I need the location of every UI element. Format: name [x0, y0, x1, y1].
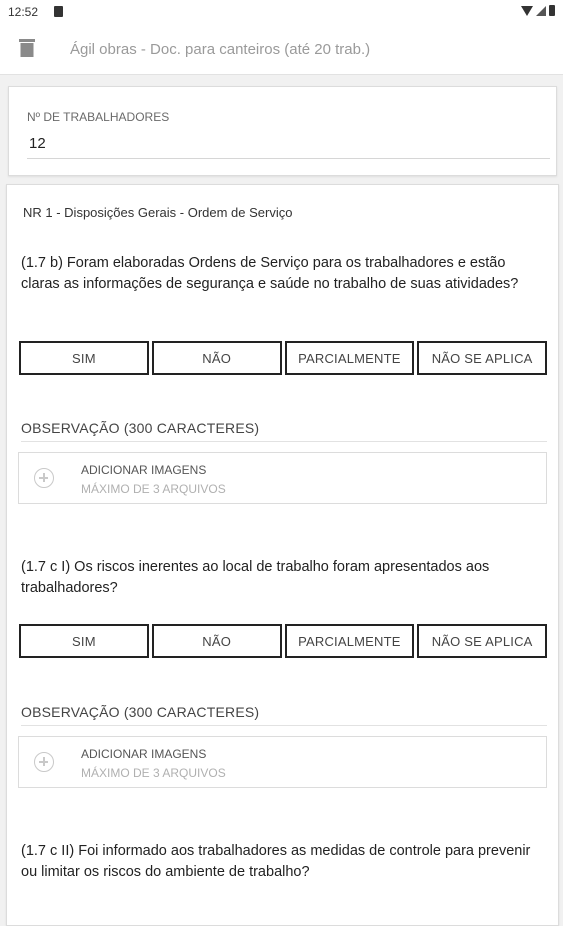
observation-field[interactable]: OBSERVAÇÃO (300 CARACTERES) — [21, 420, 259, 436]
answer-options: SIM NÃO PARCIALMENTE NÃO SE APLICA — [19, 341, 547, 375]
answer-options: SIM NÃO PARCIALMENTE NÃO SE APLICA — [19, 624, 547, 658]
workers-card: Nº DE TRABALHADORES 12 — [8, 86, 557, 176]
signal-icon — [536, 5, 546, 16]
add-circle-icon — [34, 752, 54, 772]
option-nao-button[interactable]: NÃO — [151, 341, 282, 375]
add-images-label: ADICIONAR IMAGENS — [81, 463, 207, 477]
form-card: NR 1 - Disposições Gerais - Ordem de Ser… — [6, 184, 559, 926]
option-sim-button[interactable]: SIM — [19, 341, 149, 375]
app-bar: Ágil obras - Doc. para canteiros (até 20… — [0, 24, 563, 75]
trash-icon[interactable] — [18, 38, 36, 58]
wifi-icon — [521, 5, 533, 16]
add-images-button[interactable]: ADICIONAR IMAGENS MÁXIMO DE 3 ARQUIVOS — [18, 736, 547, 788]
option-parcialmente-button[interactable]: PARCIALMENTE — [284, 341, 415, 375]
battery-icon — [549, 5, 555, 16]
observation-underline — [21, 441, 547, 442]
option-nao-button[interactable]: NÃO — [151, 624, 282, 658]
workers-input-underline — [27, 158, 550, 159]
add-images-limit: MÁXIMO DE 3 ARQUIVOS — [81, 482, 226, 496]
option-parcialmente-button[interactable]: PARCIALMENTE — [284, 624, 415, 658]
question-text: (1.7 b) Foram elaboradas Ordens de Servi… — [21, 255, 519, 292]
add-images-button[interactable]: ADICIONAR IMAGENS MÁXIMO DE 3 ARQUIVOS — [18, 452, 547, 504]
add-images-limit: MÁXIMO DE 3 ARQUIVOS — [81, 766, 226, 780]
status-time: 12:52 — [8, 5, 39, 19]
section-title: NR 1 - Disposições Gerais - Ordem de Ser… — [23, 205, 293, 220]
workers-input[interactable]: 12 — [29, 135, 46, 152]
question-text: (1.7 c II) Foi informado aos trabalhador… — [21, 843, 531, 880]
option-nao-se-aplica-button[interactable]: NÃO SE APLICA — [417, 341, 547, 375]
add-circle-icon — [34, 468, 54, 488]
observation-underline — [21, 725, 547, 726]
status-icons — [521, 5, 555, 16]
option-sim-button[interactable]: SIM — [19, 624, 149, 658]
observation-field[interactable]: OBSERVAÇÃO (300 CARACTERES) — [21, 704, 259, 720]
add-images-label: ADICIONAR IMAGENS — [81, 747, 207, 761]
option-nao-se-aplica-button[interactable]: NÃO SE APLICA — [417, 624, 547, 658]
question-text: (1.7 c I) Os riscos inerentes ao local d… — [21, 559, 490, 596]
workers-label: Nº DE TRABALHADORES — [27, 110, 170, 124]
app-title: Ágil obras - Doc. para canteiros (até 20… — [70, 41, 371, 58]
sim-card-icon — [54, 6, 63, 17]
status-bar: 12:52 — [0, 0, 563, 24]
